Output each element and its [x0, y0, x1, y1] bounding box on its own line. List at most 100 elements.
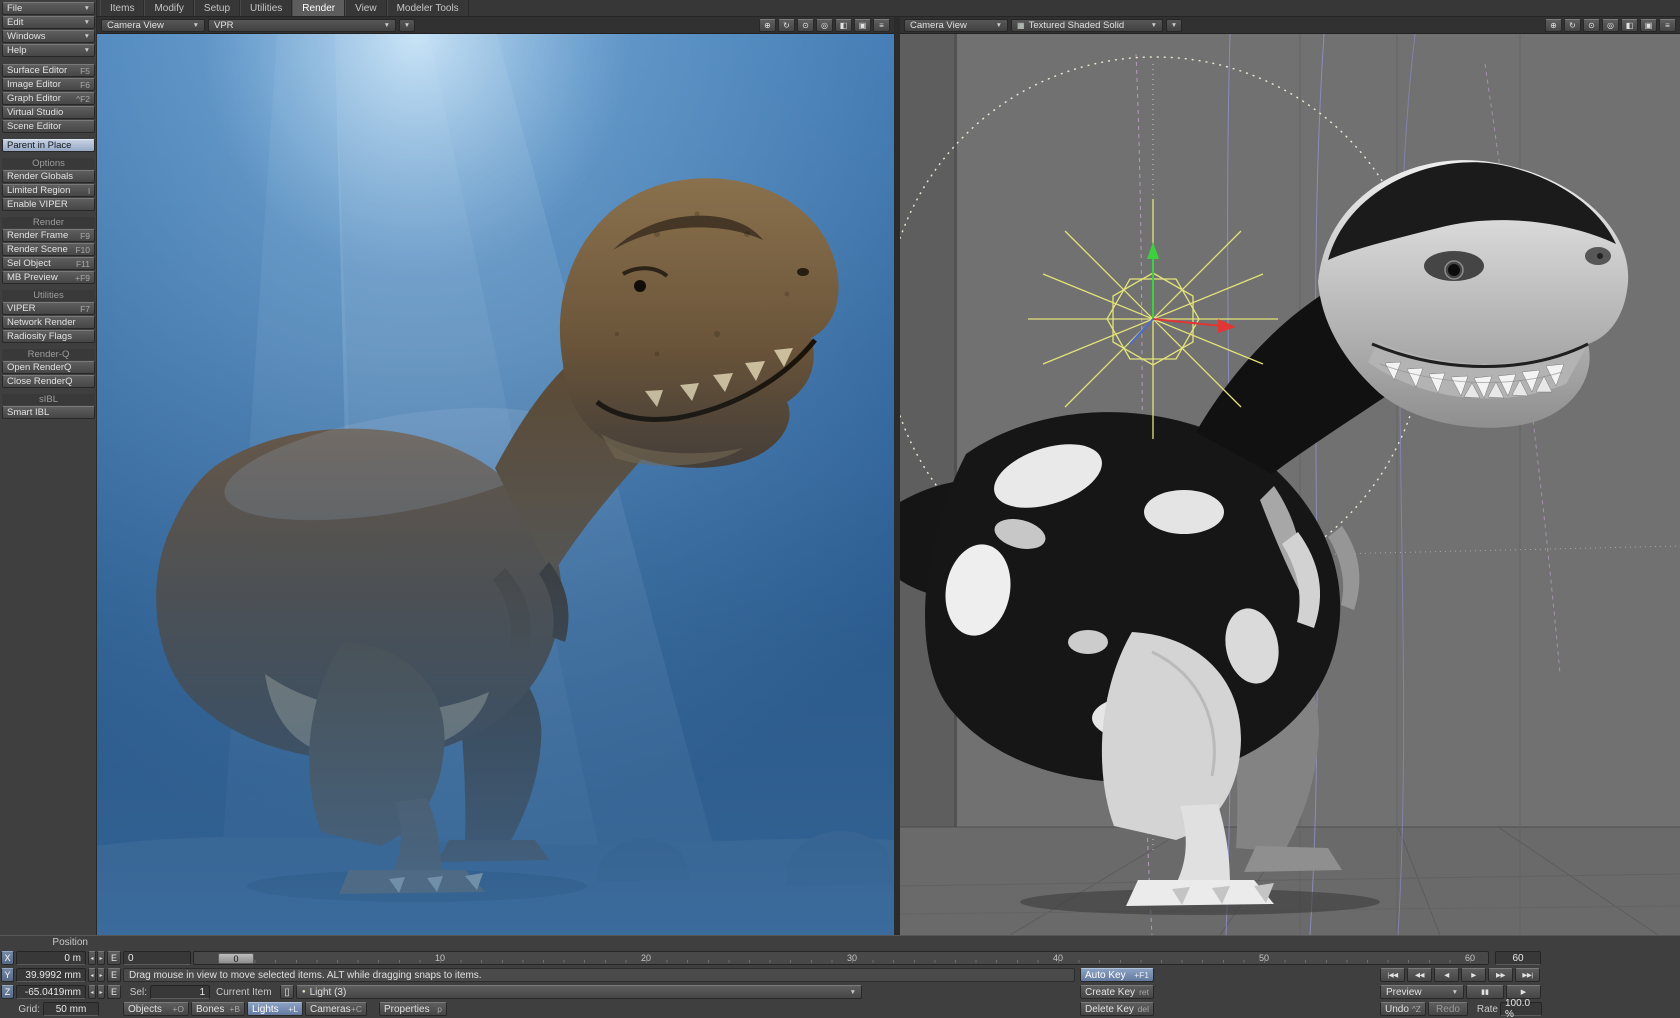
zoom-icon[interactable]: ◎ — [816, 19, 833, 32]
z-step-up-button[interactable]: ▸ — [97, 985, 105, 999]
x-axis-button[interactable]: X — [1, 951, 14, 965]
sidebar-item-render-globals[interactable]: Render Globals — [2, 170, 95, 183]
x-step-up-button[interactable]: ▸ — [97, 951, 105, 965]
sidebar-item-mb-preview[interactable]: MB Preview +F9 — [2, 271, 95, 284]
go-first-frame-button[interactable]: |◀◀ — [1380, 968, 1405, 982]
preview-dropdown[interactable]: Preview ▼ — [1380, 985, 1464, 999]
end-frame-field[interactable]: 60 — [1495, 951, 1541, 965]
help-menu-button[interactable]: Help ▼ — [2, 44, 95, 57]
y-position-field[interactable]: 39.9992 mm — [16, 968, 86, 982]
right-viewport: Camera View ▼ ▦ Textured Shaded Solid ▼ … — [900, 17, 1680, 935]
sidebar-item-parent-in-place[interactable]: Parent in Place — [2, 139, 95, 152]
sidebar-item-render-scene[interactable]: Render Scene F10 — [2, 243, 95, 256]
render-mode-value: Textured Shaded Solid — [1029, 20, 1151, 31]
viewport-menu-icon[interactable]: ≡ — [1659, 19, 1676, 32]
grid-size-field[interactable]: 50 mm — [43, 1002, 99, 1016]
timeline-track[interactable]: 0 10 20 30 40 50 60 — [193, 951, 1489, 965]
sidebar-item-smart-ibl[interactable]: Smart IBL — [2, 406, 95, 419]
left-viewport-canvas[interactable] — [97, 34, 894, 935]
camera-icon[interactable]: ▣ — [1640, 19, 1657, 32]
edit-menu-button[interactable]: Edit ▼ — [2, 16, 95, 29]
z-envelope-button[interactable]: E — [107, 985, 121, 999]
sidebar-item-shortcut: F11 — [76, 259, 90, 269]
sidebar-item-scene-editor[interactable]: Scene Editor — [2, 120, 95, 133]
rotate-icon[interactable]: ↻ — [1564, 19, 1581, 32]
tab-modeler-tools[interactable]: Modeler Tools — [387, 0, 469, 16]
tab-utilities[interactable]: Utilities — [240, 0, 292, 16]
play-button[interactable]: ▶ — [1506, 985, 1541, 999]
edit-mode-objects-button[interactable]: Objects +O — [123, 1002, 189, 1016]
y-step-down-button[interactable]: ◂ — [88, 968, 96, 982]
dolly-icon[interactable]: ⊙ — [1583, 19, 1600, 32]
properties-button[interactable]: Properties p — [379, 1002, 447, 1016]
go-last-frame-button[interactable]: ▶▶| — [1515, 968, 1540, 982]
edit-mode-bones-button[interactable]: Bones +B — [191, 1002, 245, 1016]
chevron-down-icon: ▼ — [84, 33, 90, 40]
x-position-field[interactable]: 0 m — [16, 951, 86, 965]
sidebar-item-network-render[interactable]: Network Render — [2, 316, 95, 329]
x-step-down-button[interactable]: ◂ — [88, 951, 96, 965]
right-view-type-dropdown[interactable]: Camera View ▼ — [904, 19, 1008, 32]
pan-icon[interactable]: ⊕ — [1545, 19, 1562, 32]
y-axis-button[interactable]: Y — [1, 968, 14, 982]
windows-menu-button[interactable]: Windows ▼ — [2, 30, 95, 43]
next-frame-button[interactable]: ▶ — [1461, 968, 1486, 982]
sidebar-item-surface-editor[interactable]: Surface Editor F5 — [2, 64, 95, 77]
undo-button[interactable]: Undo ^Z — [1380, 1002, 1426, 1016]
sidebar-item-sel-object[interactable]: Sel Object F11 — [2, 257, 95, 270]
dolly-icon[interactable]: ⊙ — [797, 19, 814, 32]
camera-icon[interactable]: ▣ — [854, 19, 871, 32]
zoom-icon[interactable]: ◎ — [1602, 19, 1619, 32]
x-envelope-button[interactable]: E — [107, 951, 121, 965]
split-view-icon[interactable]: ◧ — [1621, 19, 1638, 32]
timeline-handle[interactable]: 0 — [218, 953, 254, 964]
delete-key-button[interactable]: Delete Key del — [1080, 1002, 1154, 1016]
y-envelope-button[interactable]: E — [107, 968, 121, 982]
sidebar-item-close-renderq[interactable]: Close RenderQ — [2, 375, 95, 388]
sidebar-item-graph-editor[interactable]: Graph Editor ^F2 — [2, 92, 95, 105]
split-view-icon[interactable]: ◧ — [835, 19, 852, 32]
sidebar-item-open-renderq[interactable]: Open RenderQ — [2, 361, 95, 374]
prev-frame-button[interactable]: ◀ — [1434, 968, 1459, 982]
tab-setup[interactable]: Setup — [194, 0, 240, 16]
tab-modify[interactable]: Modify — [144, 0, 193, 16]
left-render-mode-dropdown[interactable]: VPR ▼ — [208, 19, 396, 32]
selection-count-field[interactable]: 1 — [150, 985, 210, 999]
tab-view[interactable]: View — [345, 0, 387, 16]
sidebar-item-render-frame[interactable]: Render Frame F9 — [2, 229, 95, 242]
right-viewport-options-dropdown[interactable]: ▼ — [1166, 19, 1182, 32]
pan-icon[interactable]: ⊕ — [759, 19, 776, 32]
current-item-value: Light (3) — [310, 987, 850, 998]
tab-items[interactable]: Items — [100, 0, 144, 16]
sidebar-item-enable-viper[interactable]: Enable VIPER — [2, 198, 95, 211]
tab-render[interactable]: Render — [292, 0, 345, 16]
rotate-icon[interactable]: ↻ — [778, 19, 795, 32]
right-viewport-canvas[interactable] — [900, 34, 1680, 935]
sidebar-item-radiosity-flags[interactable]: Radiosity Flags — [2, 330, 95, 343]
pause-button[interactable]: ▮▮ — [1466, 985, 1504, 999]
z-axis-button[interactable]: Z — [1, 985, 14, 999]
sidebar-item-virtual-studio[interactable]: Virtual Studio — [2, 106, 95, 119]
create-key-button[interactable]: Create Key ret — [1080, 985, 1154, 999]
prev-keyframe-button[interactable]: ◀◀ — [1407, 968, 1432, 982]
redo-button[interactable]: Redo — [1428, 1002, 1468, 1016]
auto-key-button[interactable]: Auto Key +F1 — [1080, 968, 1154, 982]
viewport-menu-icon[interactable]: ≡ — [873, 19, 890, 32]
z-position-field[interactable]: -65.0419mm — [16, 985, 86, 999]
z-step-down-button[interactable]: ◂ — [88, 985, 96, 999]
sidebar-item-viper[interactable]: VIPER F7 — [2, 302, 95, 315]
left-viewport-options-dropdown[interactable]: ▼ — [399, 19, 415, 32]
file-menu-button[interactable]: File ▼ — [2, 2, 95, 15]
current-item-dropdown[interactable]: ● Light (3) ▼ — [296, 985, 862, 999]
right-render-mode-dropdown[interactable]: ▦ Textured Shaded Solid ▼ — [1011, 19, 1163, 32]
left-view-type-dropdown[interactable]: Camera View ▼ — [101, 19, 205, 32]
current-frame-field[interactable]: 0 — [123, 951, 191, 965]
y-step-up-button[interactable]: ▸ — [97, 968, 105, 982]
sidebar-item-image-editor[interactable]: Image Editor F6 — [2, 78, 95, 91]
rate-field[interactable]: 100.0 % — [1500, 1002, 1542, 1016]
edit-mode-cameras-button[interactable]: Cameras +C — [305, 1002, 367, 1016]
item-list-icon[interactable]: ▯ — [280, 985, 294, 999]
next-keyframe-button[interactable]: ▶▶ — [1488, 968, 1513, 982]
sidebar-item-limited-region[interactable]: Limited Region l — [2, 184, 95, 197]
edit-mode-lights-button[interactable]: Lights +L — [247, 1002, 303, 1016]
